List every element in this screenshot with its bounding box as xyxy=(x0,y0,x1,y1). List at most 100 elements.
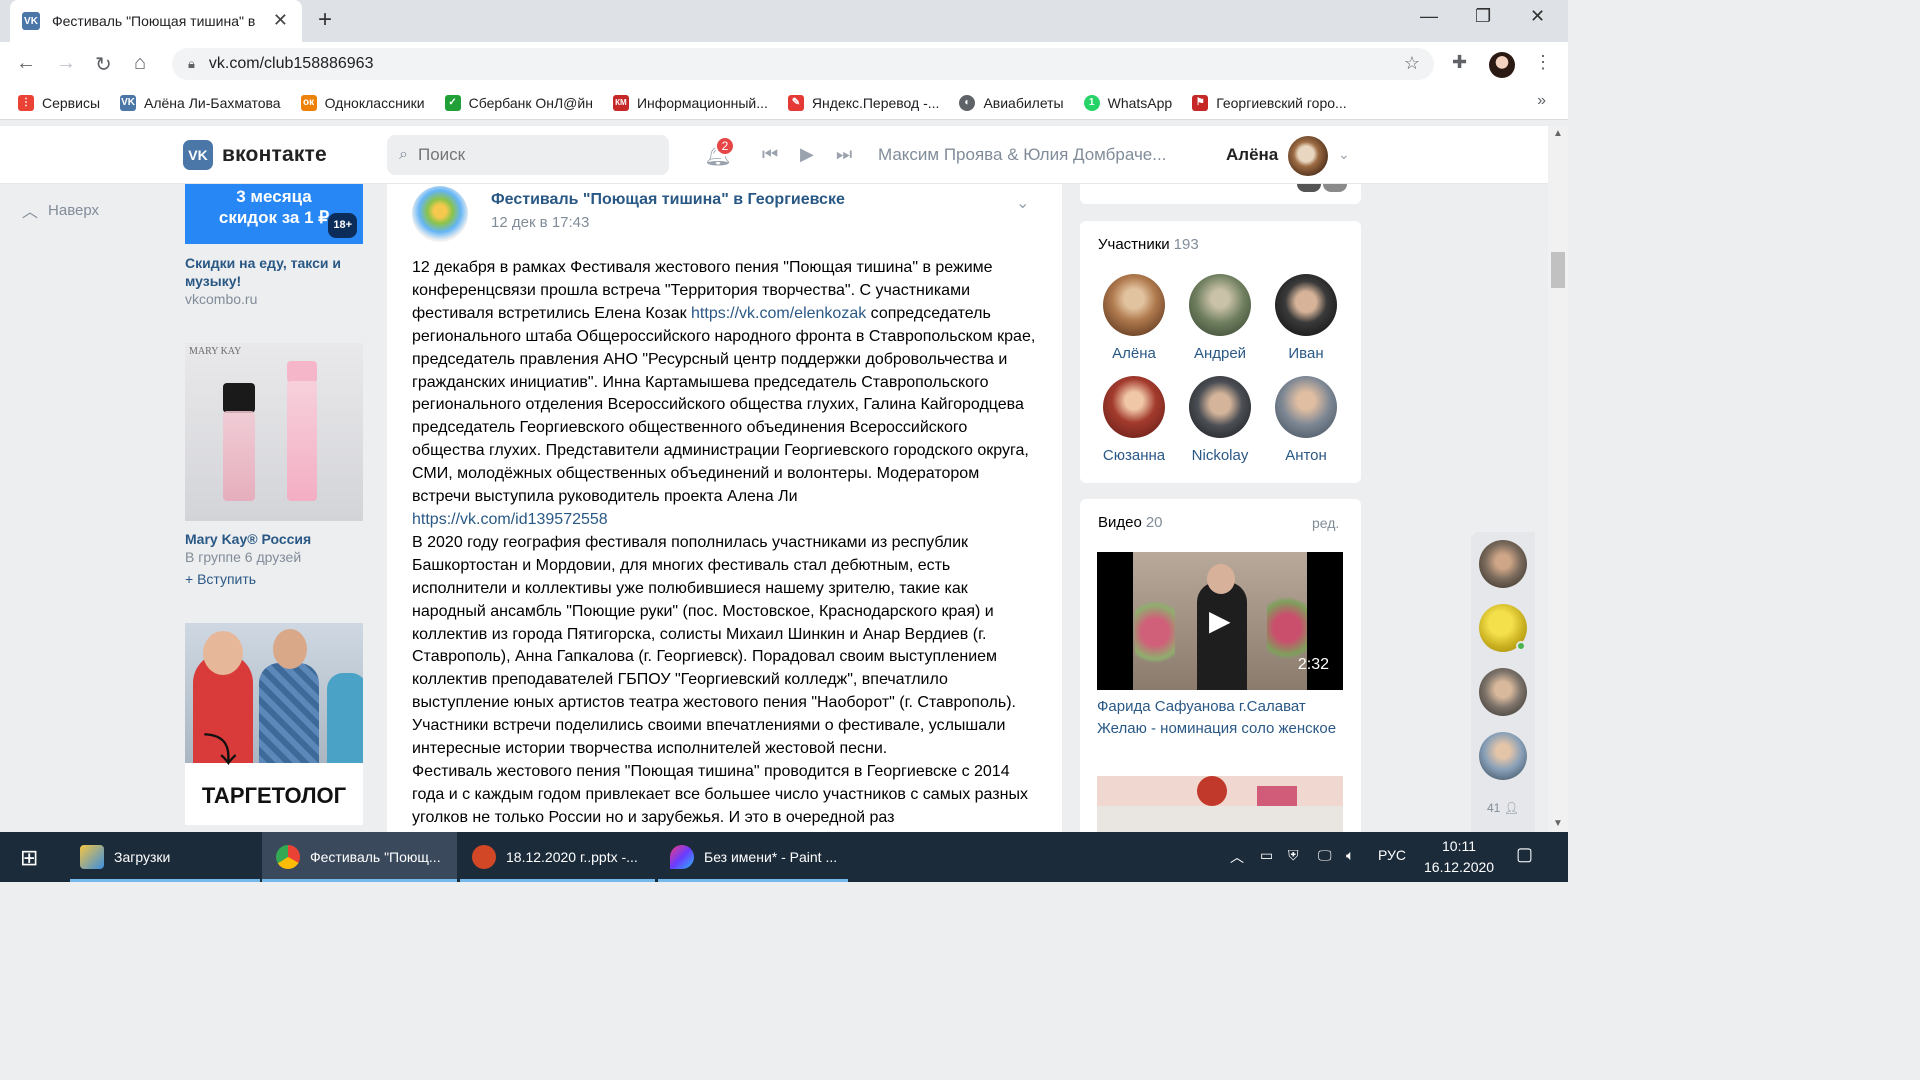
member-item[interactable]: Антон xyxy=(1266,376,1346,464)
vk-favicon-icon: VK xyxy=(22,12,40,30)
join-group-button[interactable]: + Вступить xyxy=(185,571,256,587)
post-menu-chevron-icon[interactable]: ⌄ xyxy=(1016,193,1029,213)
vk-user-name[interactable]: Алёна xyxy=(1226,145,1278,165)
home-icon[interactable]: ⌂ xyxy=(134,52,146,75)
vk-logo-icon: VK xyxy=(183,140,213,170)
chevron-down-icon[interactable]: ⌄ xyxy=(1338,146,1350,163)
page-scrollbar[interactable] xyxy=(1548,126,1568,832)
videos-header[interactable]: Видео 20 xyxy=(1098,514,1163,531)
taskbar-item-downloads[interactable]: Загрузки xyxy=(70,832,260,882)
video-thumbnail-2[interactable] xyxy=(1097,776,1343,832)
bookmark-odnoklassniki[interactable]: ок Одноклассники xyxy=(300,94,425,111)
extensions-icon[interactable]: ✚ xyxy=(1452,52,1467,73)
tray-overflow-chevron-icon[interactable]: ︿ xyxy=(1230,847,1244,867)
vk-logo[interactable]: VK вконтакте xyxy=(183,140,327,170)
taskbar-clock[interactable]: 10:11 16.12.2020 xyxy=(1424,836,1494,878)
friend-avatar[interactable] xyxy=(1479,540,1527,588)
friend-avatar[interactable] xyxy=(1479,668,1527,716)
bookmark-services[interactable]: ⋮ Сервисы xyxy=(18,94,101,111)
bookmarks-overflow-icon[interactable]: » xyxy=(1537,92,1546,110)
tray-volume-icon[interactable]: 🔈︎ xyxy=(1346,847,1354,864)
tray-device-icon[interactable]: ▭ xyxy=(1260,847,1273,864)
ad-image-targetolog[interactable]: ⤵ ТАРГЕТОЛОГ xyxy=(185,623,363,825)
minimize-icon[interactable]: — xyxy=(1420,6,1438,27)
scroll-up-arrow-icon[interactable]: ▲ xyxy=(1553,128,1563,139)
ad-brand-on-image: MARY KAY xyxy=(189,346,242,357)
friend-avatar[interactable] xyxy=(1479,732,1527,780)
member-item[interactable]: Алёна xyxy=(1094,274,1174,362)
members-title: Участники xyxy=(1098,236,1170,253)
back-icon[interactable]: ← xyxy=(16,52,36,75)
reload-icon[interactable]: ↻ xyxy=(95,52,112,77)
ad-domain: vkcombo.ru xyxy=(185,291,258,307)
browser-profile-avatar[interactable] xyxy=(1489,52,1515,78)
bookmarks-bar: ⋮ Сервисы VK Алёна Ли-Бахматова ок Однок… xyxy=(0,86,1568,120)
play-icon[interactable]: ▶ xyxy=(1209,604,1231,637)
ad-title[interactable]: Скидки на еду, такси и музыку! xyxy=(185,254,363,290)
restore-icon[interactable]: ❐ xyxy=(1475,6,1491,27)
forward-icon[interactable]: → xyxy=(56,52,76,75)
group-avatar[interactable] xyxy=(412,186,468,242)
whatsapp-icon: 1 xyxy=(1083,94,1100,111)
notification-center-icon[interactable]: ▢ xyxy=(1516,844,1533,865)
bookmark-avia[interactable]: ◐ Авиабилеты xyxy=(959,94,1064,111)
member-item[interactable]: Андрей xyxy=(1180,274,1260,362)
post-author[interactable]: Фестиваль "Поющая тишина" в Георгиевске xyxy=(491,191,845,209)
window-close-icon[interactable]: ✕ xyxy=(1530,6,1545,27)
member-name: Андрей xyxy=(1193,345,1247,362)
ad-banner-vkcombo[interactable]: 3 месяца скидок за 1 ₽ 18+ xyxy=(185,184,363,244)
tray-language[interactable]: РУС xyxy=(1378,847,1406,863)
member-name: Nickolay xyxy=(1191,447,1249,464)
lock-icon[interactable]: 🔒︎ xyxy=(188,56,195,72)
ad2-title[interactable]: Mary Kay® Россия xyxy=(185,530,311,548)
bookmark-vk-profile[interactable]: VK Алёна Ли-Бахматова xyxy=(120,94,281,111)
bookmark-star-icon[interactable]: ☆ xyxy=(1404,53,1420,74)
post-date[interactable]: 12 дек в 17:43 xyxy=(491,214,589,231)
km-icon: КМ xyxy=(612,94,629,111)
post-text: 12 декабря в рамках Фестиваля жестового … xyxy=(412,257,1037,830)
bookmark-info[interactable]: КМ Информационный... xyxy=(612,94,768,111)
videos-edit-link[interactable]: ред. xyxy=(1312,515,1339,531)
bookmark-label: Сервисы xyxy=(42,94,101,111)
taskbar-running-indicator xyxy=(658,879,848,882)
tab-close-icon[interactable]: ✕ xyxy=(273,10,288,31)
ad-image-marykay[interactable]: MARY KAY xyxy=(185,343,363,521)
member-item[interactable]: Nickolay xyxy=(1180,376,1260,464)
chevron-up-icon: ︿ xyxy=(22,204,39,221)
vk-user-avatar[interactable] xyxy=(1288,136,1328,176)
current-track[interactable]: Максим Проява & Юлия Домбраче... xyxy=(878,145,1166,165)
video-title[interactable]: Фарида Сафуанова г.Салават Желаю - номин… xyxy=(1097,696,1343,739)
post-link-elenkozak[interactable]: https://vk.com/elenkozak xyxy=(691,305,866,322)
page-scrollbar-thumb[interactable] xyxy=(1551,252,1565,288)
chrome-menu-icon[interactable]: ⋮ xyxy=(1534,52,1552,73)
taskbar-item-powerpoint[interactable]: 18.12.2020 г..pptx -... xyxy=(460,832,655,882)
member-name: Иван xyxy=(1288,345,1324,362)
address-bar[interactable]: 🔒︎ vk.com/club158886963 ☆ xyxy=(172,48,1434,80)
play-icon[interactable]: ▶ xyxy=(800,144,814,165)
friends-online-count[interactable]: 41 👤︎ xyxy=(1487,801,1519,815)
post-link-id139572558[interactable]: https://vk.com/id139572558 xyxy=(412,511,608,528)
previous-track-icon[interactable]: ⏮ xyxy=(762,144,778,165)
bookmark-yandex-translate[interactable]: ✎ Яндекс.Перевод -... xyxy=(787,94,939,111)
next-track-icon[interactable]: ⏭ xyxy=(836,144,852,165)
member-item[interactable]: Сюзанна xyxy=(1094,376,1174,464)
browser-tab-active[interactable]: VK Фестиваль "Поющая тишина" в ✕ xyxy=(10,0,302,42)
video-thumbnail[interactable]: ▶ 2:32 xyxy=(1097,552,1343,690)
members-header[interactable]: Участники 193 xyxy=(1098,236,1199,253)
vk-search-box[interactable]: ⌕ xyxy=(387,135,669,175)
back-to-top[interactable]: ︿ Наверх xyxy=(22,198,99,222)
bookmark-whatsapp[interactable]: 1 WhatsApp xyxy=(1083,94,1172,111)
vk-search-input[interactable] xyxy=(417,145,638,165)
bookmark-georgievsk[interactable]: ⚑ Георгиевский горo... xyxy=(1192,94,1347,111)
member-item[interactable]: Иван xyxy=(1266,274,1346,362)
bookmark-sberbank[interactable]: ✓ Сбербанк ОнЛ@йн xyxy=(444,94,593,111)
scroll-down-arrow-icon[interactable]: ▼ xyxy=(1553,818,1563,829)
taskbar-item-paint[interactable]: Без имени* - Paint ... xyxy=(658,832,848,882)
new-tab-icon[interactable]: + xyxy=(318,6,332,34)
tray-network-icon[interactable]: 🖵︎ xyxy=(1318,847,1332,864)
tray-security-icon[interactable]: ⛨ xyxy=(1288,847,1299,864)
windows-start-icon[interactable]: ⊞ xyxy=(20,845,38,871)
member-avatar xyxy=(1103,274,1165,336)
paint-icon xyxy=(670,845,694,869)
taskbar-item-chrome[interactable]: Фестиваль "Поющ... xyxy=(262,832,457,882)
